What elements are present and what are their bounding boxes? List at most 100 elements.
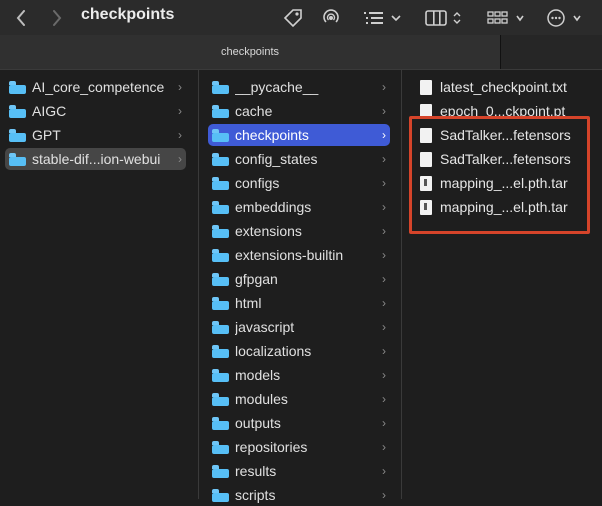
- folder-item[interactable]: gfpgan ›: [208, 268, 390, 290]
- tags-button[interactable]: [280, 0, 306, 35]
- folder-icon: [212, 272, 229, 286]
- folder-label: configs: [235, 175, 280, 191]
- toolbar: checkpoints: [0, 0, 602, 35]
- column-1: AI_core_competence › AIGC › GPT › stable…: [0, 70, 199, 499]
- folder-icon: [212, 128, 229, 142]
- forward-button[interactable]: [46, 0, 68, 35]
- folder-icon: [9, 80, 26, 94]
- folder-label: stable-dif...ion-webui: [32, 151, 161, 167]
- folder-item[interactable]: embeddings ›: [208, 196, 390, 218]
- folder-item[interactable]: repositories ›: [208, 436, 390, 458]
- folder-label: outputs: [235, 415, 281, 431]
- chevron-right-icon: ›: [178, 128, 182, 142]
- folder-item[interactable]: __pycache__ ›: [208, 76, 390, 98]
- folder-label: config_states: [235, 151, 318, 167]
- folder-icon: [9, 128, 26, 142]
- folder-icon: [212, 416, 229, 430]
- folder-icon: [9, 104, 26, 118]
- chevron-right-icon: ›: [382, 368, 386, 382]
- folder-label: extensions-builtin: [235, 247, 344, 263]
- chevron-right-icon: ›: [178, 104, 182, 118]
- folder-item-selected[interactable]: checkpoints ›: [208, 124, 390, 146]
- chevron-right-icon: ›: [382, 128, 386, 142]
- folder-icon: [212, 464, 229, 478]
- folder-icon: [212, 344, 229, 358]
- folder-item[interactable]: results ›: [208, 460, 390, 482]
- folder-item[interactable]: scripts ›: [208, 484, 390, 506]
- gallery-icon: [487, 10, 524, 24]
- folder-item[interactable]: configs ›: [208, 172, 390, 194]
- chevron-right-icon: ›: [382, 200, 386, 214]
- action-button[interactable]: [546, 0, 592, 35]
- column-view-icon: [425, 9, 461, 26]
- group-button[interactable]: [362, 0, 404, 35]
- file-label: latest_checkpoint.txt: [440, 79, 567, 95]
- view-mode-button[interactable]: [424, 0, 466, 35]
- folder-label: html: [235, 295, 262, 311]
- folder-item[interactable]: cache ›: [208, 100, 390, 122]
- folder-item[interactable]: GPT ›: [5, 124, 186, 146]
- folder-icon: [212, 200, 229, 214]
- folder-item[interactable]: localizations ›: [208, 340, 390, 362]
- folder-icon: [212, 224, 229, 238]
- folder-item[interactable]: javascript ›: [208, 316, 390, 338]
- folder-icon: [212, 176, 229, 190]
- highlight-box: [409, 116, 590, 234]
- folder-item[interactable]: extensions-builtin ›: [208, 244, 390, 266]
- folder-icon: [212, 488, 229, 502]
- folder-label: gfpgan: [235, 271, 278, 287]
- chevron-right-icon: ›: [382, 80, 386, 94]
- tab-bar: checkpoints: [0, 35, 602, 70]
- airdrop-button[interactable]: [318, 0, 344, 35]
- chevron-right-icon: ›: [178, 152, 182, 166]
- folder-item[interactable]: models ›: [208, 364, 390, 386]
- folder-label: AI_core_competence: [32, 79, 165, 95]
- folder-label: AIGC: [32, 103, 67, 119]
- folder-item[interactable]: outputs ›: [208, 412, 390, 434]
- chevron-right-icon: ›: [382, 104, 386, 118]
- chevron-right-icon: ›: [382, 176, 386, 190]
- column-2: __pycache__ › cache › checkpoints › config_…: [199, 70, 402, 503]
- back-button[interactable]: [10, 0, 32, 35]
- chevron-right-icon: ›: [382, 416, 386, 430]
- folder-label: extensions: [235, 223, 302, 239]
- more-icon: [547, 8, 581, 27]
- folder-label: results: [235, 463, 277, 479]
- folder-label: checkpoints: [235, 127, 309, 143]
- chevron-right-icon: ›: [382, 296, 386, 310]
- folder-icon: [212, 248, 229, 262]
- file-item[interactable]: latest_checkpoint.txt: [420, 75, 567, 99]
- chevron-right-icon: ›: [382, 488, 386, 502]
- window-title: checkpoints: [81, 6, 175, 23]
- folder-item[interactable]: extensions ›: [208, 220, 390, 242]
- folder-label: modules: [235, 391, 288, 407]
- folder-item-selected[interactable]: stable-dif...ion-webui ›: [5, 148, 186, 170]
- folder-item[interactable]: AIGC ›: [5, 100, 186, 122]
- folder-item[interactable]: html ›: [208, 292, 390, 314]
- folder-item[interactable]: modules ›: [208, 388, 390, 410]
- folder-icon: [212, 152, 229, 166]
- gallery-button[interactable]: [486, 0, 530, 35]
- folder-label: models: [235, 367, 281, 383]
- folder-icon: [212, 368, 229, 382]
- folder-label: cache: [235, 103, 273, 119]
- chevron-right-icon: ›: [382, 152, 386, 166]
- chevron-right-icon: ›: [382, 224, 386, 238]
- chevron-right-icon: ›: [382, 392, 386, 406]
- folder-label: GPT: [32, 127, 61, 143]
- chevron-right-icon: ›: [382, 440, 386, 454]
- folder-label: embeddings: [235, 199, 312, 215]
- folder-item[interactable]: config_states ›: [208, 148, 390, 170]
- folder-label: scripts: [235, 487, 276, 503]
- chevron-right-icon: [53, 9, 62, 26]
- airdrop-icon: [323, 8, 339, 23]
- folder-icon: [212, 320, 229, 334]
- chevron-right-icon: ›: [382, 344, 386, 358]
- tab-checkpoints[interactable]: checkpoints: [0, 35, 501, 69]
- folder-item[interactable]: AI_core_competence ›: [5, 76, 186, 98]
- folder-label: localizations: [235, 343, 312, 359]
- chevron-right-icon: ›: [178, 80, 182, 94]
- folder-label: repositories: [235, 439, 308, 455]
- folder-icon: [212, 392, 229, 406]
- folder-icon: [9, 152, 26, 166]
